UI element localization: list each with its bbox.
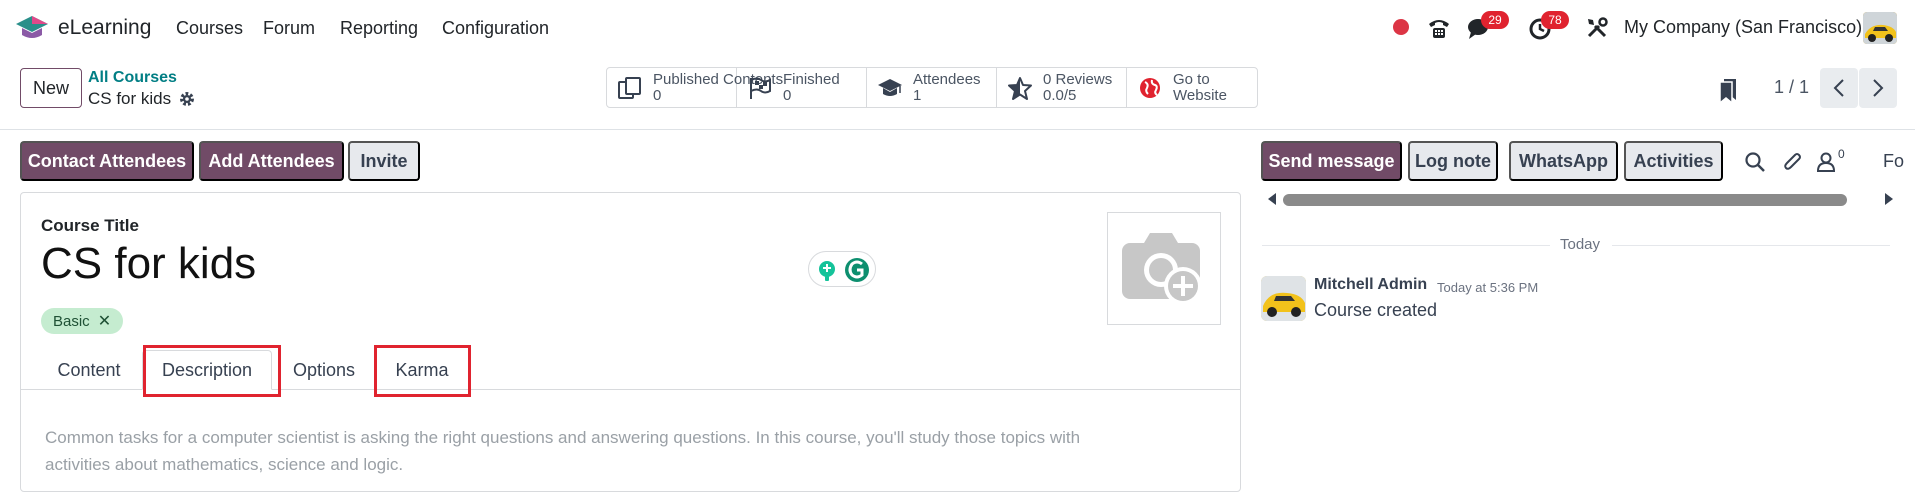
form-sheet: Course Title CS for kids Basic ✕ Content… bbox=[20, 192, 1241, 492]
stat-value: Website bbox=[1173, 87, 1227, 104]
course-title-label: Course Title bbox=[41, 216, 139, 235]
new-button[interactable]: New bbox=[20, 68, 82, 108]
checkered-flag-icon bbox=[750, 77, 771, 99]
tools-icon[interactable] bbox=[1585, 14, 1609, 42]
stat-published-contents[interactable]: Published Contents 0 bbox=[607, 68, 783, 107]
stat-label: Go to bbox=[1173, 71, 1210, 88]
grammarly-icon bbox=[819, 258, 869, 282]
pager-next-button[interactable] bbox=[1859, 68, 1897, 108]
whatsapp-button[interactable]: WhatsApp bbox=[1509, 141, 1618, 181]
stat-finished[interactable]: Finished 0 bbox=[737, 68, 867, 107]
bookmark-icon[interactable] bbox=[1718, 78, 1738, 104]
send-message-button[interactable]: Send message bbox=[1261, 141, 1402, 181]
invite-button[interactable]: Invite bbox=[348, 141, 420, 181]
add-attendees-button[interactable]: Add Attendees bbox=[199, 141, 344, 181]
stat-value: 1 bbox=[913, 87, 922, 104]
message-body: Course created bbox=[1314, 300, 1438, 320]
scroll-right-icon[interactable] bbox=[1885, 193, 1893, 205]
tag-remove-icon[interactable]: ✕ bbox=[98, 311, 111, 331]
follow-button[interactable]: Fo bbox=[1883, 151, 1904, 172]
stat-value: 0 bbox=[653, 87, 662, 104]
followers-count: 0 bbox=[1838, 147, 1845, 161]
scroll-left-icon[interactable] bbox=[1268, 193, 1276, 205]
breadcrumb-all-courses[interactable]: All Courses bbox=[88, 69, 177, 87]
tab-content[interactable]: Content bbox=[39, 350, 139, 390]
user-avatar[interactable] bbox=[1863, 12, 1897, 44]
search-icon[interactable] bbox=[1744, 151, 1766, 173]
description-field[interactable]: Common tasks for a computer scientist is… bbox=[45, 424, 1145, 478]
followers-user-icon[interactable] bbox=[1815, 151, 1837, 173]
elearning-logo-icon[interactable] bbox=[14, 14, 50, 42]
grammarly-widget[interactable] bbox=[808, 251, 876, 287]
separator-line bbox=[1612, 245, 1890, 246]
stat-go-to-website[interactable]: Go to Website bbox=[1127, 68, 1257, 107]
top-navbar: eLearning Courses Forum Reporting Config… bbox=[0, 0, 1915, 56]
tab-label: Options bbox=[292, 359, 356, 380]
stat-value: 0 bbox=[783, 87, 792, 104]
message-time: Today at 5:36 PM bbox=[1437, 280, 1539, 295]
stat-reviews[interactable]: 0 Reviews 0.0/5 bbox=[997, 68, 1127, 107]
messages-badge: 29 bbox=[1481, 11, 1509, 29]
menu-reporting[interactable]: Reporting bbox=[340, 18, 418, 39]
chevron-right-icon bbox=[1873, 79, 1884, 97]
course-title-field[interactable]: CS for kids bbox=[41, 239, 256, 289]
recording-indicator-icon[interactable] bbox=[1393, 19, 1409, 35]
contact-attendees-button[interactable]: Contact Attendees bbox=[20, 141, 194, 181]
menu-configuration[interactable]: Configuration bbox=[442, 18, 549, 39]
log-note-button[interactable]: Log note bbox=[1408, 141, 1498, 181]
description-line: activities about mathematics, science an… bbox=[45, 455, 404, 474]
separator-line bbox=[1262, 245, 1550, 246]
course-image-placeholder[interactable] bbox=[1107, 212, 1221, 325]
stat-attendees[interactable]: Attendees 1 bbox=[867, 68, 997, 107]
tab-label: Content bbox=[57, 359, 121, 380]
tab-options[interactable]: Options bbox=[278, 350, 370, 390]
pager-value[interactable]: 1 / 1 bbox=[1774, 77, 1809, 98]
date-separator: Today bbox=[1560, 236, 1601, 253]
stat-label: Finished bbox=[783, 71, 840, 88]
pager-previous-button[interactable] bbox=[1820, 68, 1858, 108]
breadcrumb-current: CS for kids bbox=[88, 89, 172, 108]
phone-icon[interactable] bbox=[1426, 14, 1452, 42]
menu-courses[interactable]: Courses bbox=[176, 18, 243, 39]
add-image-camera-icon bbox=[1122, 233, 1202, 305]
activities-badge: 78 bbox=[1541, 11, 1569, 29]
gear-icon[interactable] bbox=[178, 89, 196, 109]
description-line: Common tasks for a computer scientist is… bbox=[45, 428, 1081, 447]
paperclip-icon[interactable] bbox=[1782, 151, 1804, 173]
company-switcher[interactable]: My Company (San Francisco) bbox=[1624, 17, 1862, 38]
smart-buttons: Published Contents 0 Finished 0 Attendee… bbox=[606, 67, 1258, 108]
stat-label: 0 Reviews bbox=[1043, 71, 1113, 88]
graduation-cap-icon bbox=[878, 79, 902, 96]
menu-forum[interactable]: Forum bbox=[263, 18, 315, 39]
chevron-left-icon bbox=[1833, 79, 1844, 97]
published-contents-icon bbox=[618, 77, 641, 99]
tag-basic: Basic ✕ bbox=[41, 308, 124, 334]
highlight-description-tab bbox=[143, 345, 281, 397]
activities-button[interactable]: Activities bbox=[1624, 141, 1723, 181]
highlight-karma-tab bbox=[374, 345, 471, 397]
control-panel: New All Courses CS for kids Published Co… bbox=[0, 56, 1915, 130]
message-author-avatar[interactable] bbox=[1261, 276, 1306, 321]
globe-icon bbox=[1140, 78, 1160, 98]
app-name[interactable]: eLearning bbox=[58, 16, 151, 40]
message-author[interactable]: Mitchell Admin bbox=[1314, 276, 1427, 294]
tag-label: Basic bbox=[53, 312, 90, 330]
stat-label: Attendees bbox=[913, 71, 981, 88]
stat-value: 0.0/5 bbox=[1043, 87, 1077, 104]
star-icon bbox=[1008, 77, 1032, 100]
horizontal-scrollbar[interactable] bbox=[1283, 194, 1847, 206]
